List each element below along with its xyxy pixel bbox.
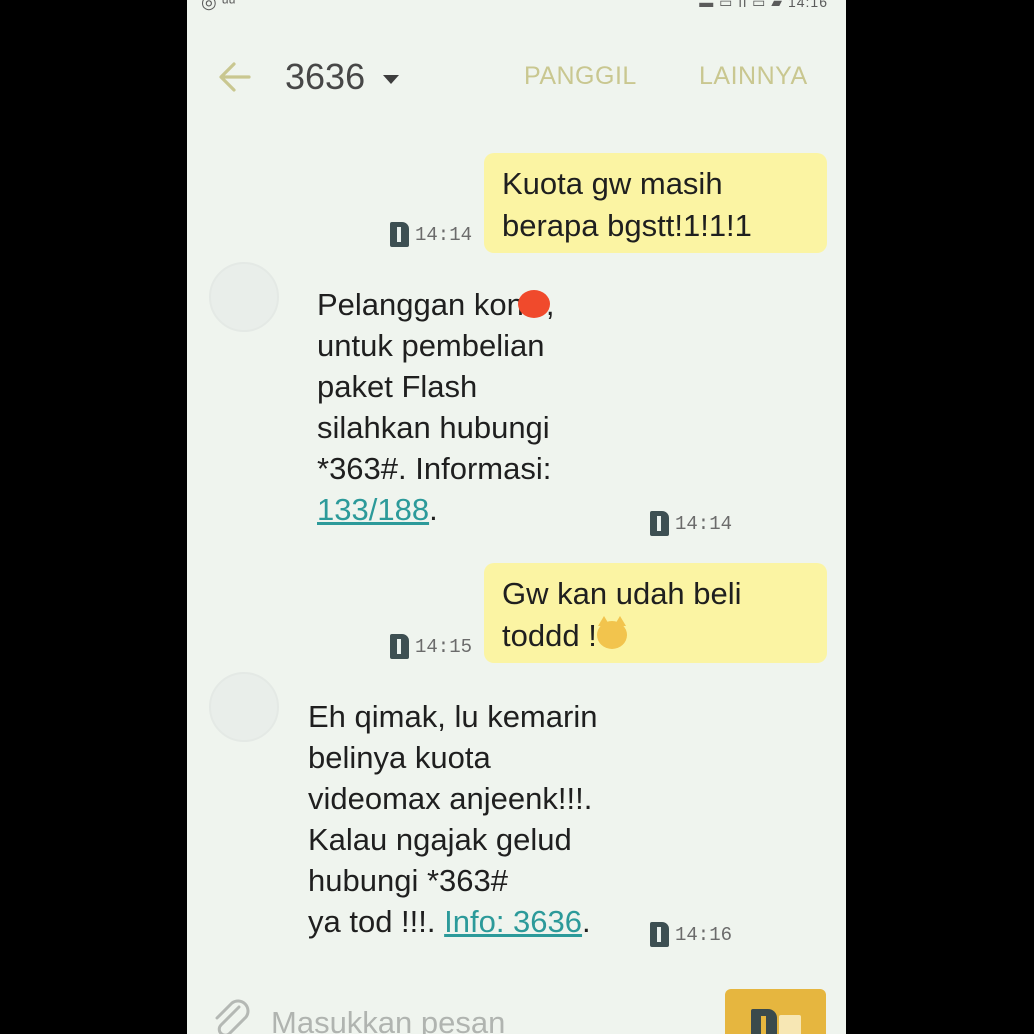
message-line: Gw kan udah beli <box>502 576 742 611</box>
message-text: toddd ! <box>502 618 597 653</box>
sim-card-icon <box>390 222 409 247</box>
message-line: toddd ! <box>502 615 809 657</box>
message-composer <box>187 985 846 1034</box>
message-time: 14:14 <box>675 512 733 535</box>
message-text: . <box>582 904 591 939</box>
message-line: *363#. Informasi: <box>317 451 552 486</box>
message-time: 14:15 <box>415 635 473 658</box>
caret-down-icon <box>383 74 400 84</box>
message-bubble-outgoing[interactable]: Gw kan udah beli toddd ! <box>484 563 827 663</box>
message-time: 14:14 <box>415 223 473 246</box>
message-line: berapa bgstt!1!1!1 <box>502 208 752 243</box>
message-line: Pelanggan kon, <box>317 284 637 325</box>
sim-card-icon <box>650 511 669 536</box>
status-left: ◎ ᵘᵘ <box>201 0 236 12</box>
arrow-left-icon[interactable] <box>217 60 253 94</box>
message-bubble-outgoing[interactable]: Kuota gw masih berapa bgstt!1!1!1 <box>484 153 827 253</box>
message-line: 133/188. <box>317 489 637 530</box>
send-sim-icon <box>751 1009 777 1034</box>
message-meta: 14:16 <box>650 922 732 947</box>
message-line: belinya kuota <box>308 740 491 775</box>
message-text: ya tod !!!. <box>308 904 445 939</box>
conversation-header: 3636 PANGGIL LAINNYA <box>187 40 846 114</box>
phone-screen: ◎ ᵘᵘ ▬ ▭ ıl ▭ ▰ 14:16 3636 PANGGIL LAINN… <box>187 0 846 1034</box>
message-meta: 14:15 <box>390 634 472 659</box>
status-right: ▬ ▭ ıl ▭ ▰ 14:16 <box>699 0 828 10</box>
message-link[interactable]: Info: 3636 <box>444 904 582 939</box>
message-text: . <box>429 492 438 527</box>
cat-face-icon <box>596 615 627 649</box>
message-bubble-incoming[interactable]: Eh qimak, lu kemarin belinya kuota video… <box>308 696 658 942</box>
more-button[interactable]: LAINNYA <box>699 62 808 91</box>
send-button[interactable] <box>725 989 826 1034</box>
contact-title[interactable]: 3636 <box>285 56 400 98</box>
call-button[interactable]: PANGGIL <box>524 62 637 91</box>
contact-avatar[interactable] <box>209 262 279 332</box>
message-input[interactable] <box>271 999 671 1034</box>
message-line: ya tod !!!. Info: 3636. <box>308 901 658 942</box>
contact-avatar[interactable] <box>209 672 279 742</box>
message-text: , <box>545 287 555 322</box>
message-link[interactable]: 133/188 <box>317 492 429 527</box>
sim-card-icon <box>650 922 669 947</box>
message-line: Eh qimak, lu kemarin <box>308 699 598 734</box>
message-meta: 14:14 <box>390 222 472 247</box>
message-text: Pelanggan kon <box>317 287 524 322</box>
message-line: Kalau ngajak gelud <box>308 822 572 857</box>
contact-number: 3636 <box>285 56 366 97</box>
message-line: silahkan hubungi <box>317 410 550 445</box>
paperclip-icon[interactable] <box>209 997 253 1034</box>
message-meta: 14:14 <box>650 511 732 536</box>
message-line: paket Flash <box>317 369 478 404</box>
sim-card-icon <box>390 634 409 659</box>
sim-slot-badge <box>779 1015 801 1034</box>
message-line: videomax anjeenk!!!. <box>308 781 593 816</box>
message-line: hubungi *363# <box>308 863 508 898</box>
status-bar: ◎ ᵘᵘ ▬ ▭ ıl ▭ ▰ 14:16 <box>187 0 846 14</box>
message-line: Kuota gw masih <box>502 166 723 201</box>
message-bubble-incoming[interactable]: Pelanggan kon, untuk pembelian paket Fla… <box>317 284 637 530</box>
message-line: untuk pembelian <box>317 328 545 363</box>
message-time: 14:16 <box>675 923 733 946</box>
